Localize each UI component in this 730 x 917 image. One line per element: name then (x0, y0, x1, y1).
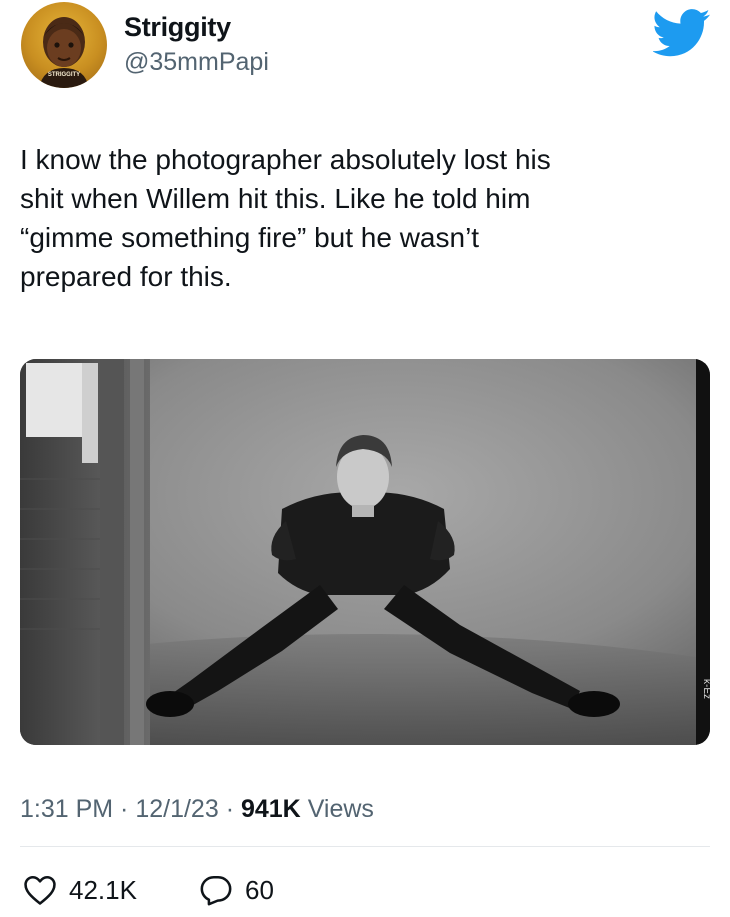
tweet-photo[interactable]: k-Ez (20, 359, 710, 745)
views-count: 941K (240, 795, 301, 823)
tweet-date[interactable]: 12/1/23 (135, 795, 218, 823)
avatar-label: STRIGGITY (48, 72, 80, 78)
heart-icon (24, 875, 56, 905)
tweet-text-line: “gimme something fire” but he wasn’t (20, 222, 480, 253)
tweet-text: I know the photographer absolutely lost … (20, 140, 710, 296)
user-handle[interactable]: @35mmPapi (124, 48, 269, 77)
tweet-meta: 1:31 PM · 12/1/23 · 941K Views (20, 795, 374, 824)
reply-count: 60 (245, 874, 274, 905)
meta-separator: · (113, 795, 136, 823)
avatar-image: STRIGGITY (39, 17, 89, 88)
divider (20, 846, 710, 847)
speech-bubble-icon (200, 875, 232, 906)
like-button[interactable]: 42.1K (23, 870, 137, 910)
photo-image: k-Ez (20, 359, 710, 745)
like-count: 42.1K (69, 874, 137, 905)
tweet-text-line: shit when Willem hit this. Like he told … (20, 183, 531, 214)
tweet-text-line: prepared for this. (20, 261, 232, 292)
photo-mark: k-Ez (701, 679, 710, 699)
tweet-time[interactable]: 1:31 PM (20, 795, 113, 823)
tweet-text-line: I know the photographer absolutely lost … (20, 144, 551, 175)
display-name[interactable]: Striggity (124, 12, 231, 43)
meta-separator: · (218, 795, 241, 823)
views-label: Views (307, 795, 374, 823)
twitter-bird-icon (652, 8, 711, 58)
reply-button[interactable]: 60 (199, 870, 274, 910)
avatar[interactable]: STRIGGITY (21, 2, 107, 88)
